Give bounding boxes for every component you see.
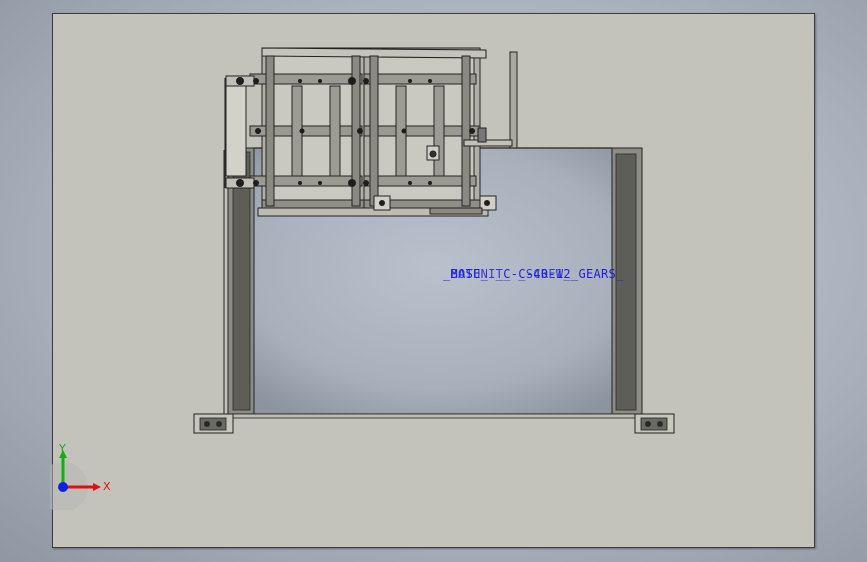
annotation-overlap: _MOTUNIT_ _SCREW_ [443, 267, 571, 281]
vertical-post[interactable] [509, 51, 518, 149]
motor-unit[interactable] [225, 47, 513, 217]
left-foot[interactable] [193, 413, 234, 434]
coordinate-triad[interactable]: Y X [38, 440, 120, 512]
right-foot[interactable] [634, 413, 675, 434]
model-annotation: _BASE_ _C-C-40-12_GEARS_ _MOTUNIT_ _SCRE… [443, 267, 624, 281]
y-axis-label: Y [59, 442, 66, 455]
x-axis-label: X [103, 480, 111, 493]
cad-model[interactable] [0, 0, 867, 562]
